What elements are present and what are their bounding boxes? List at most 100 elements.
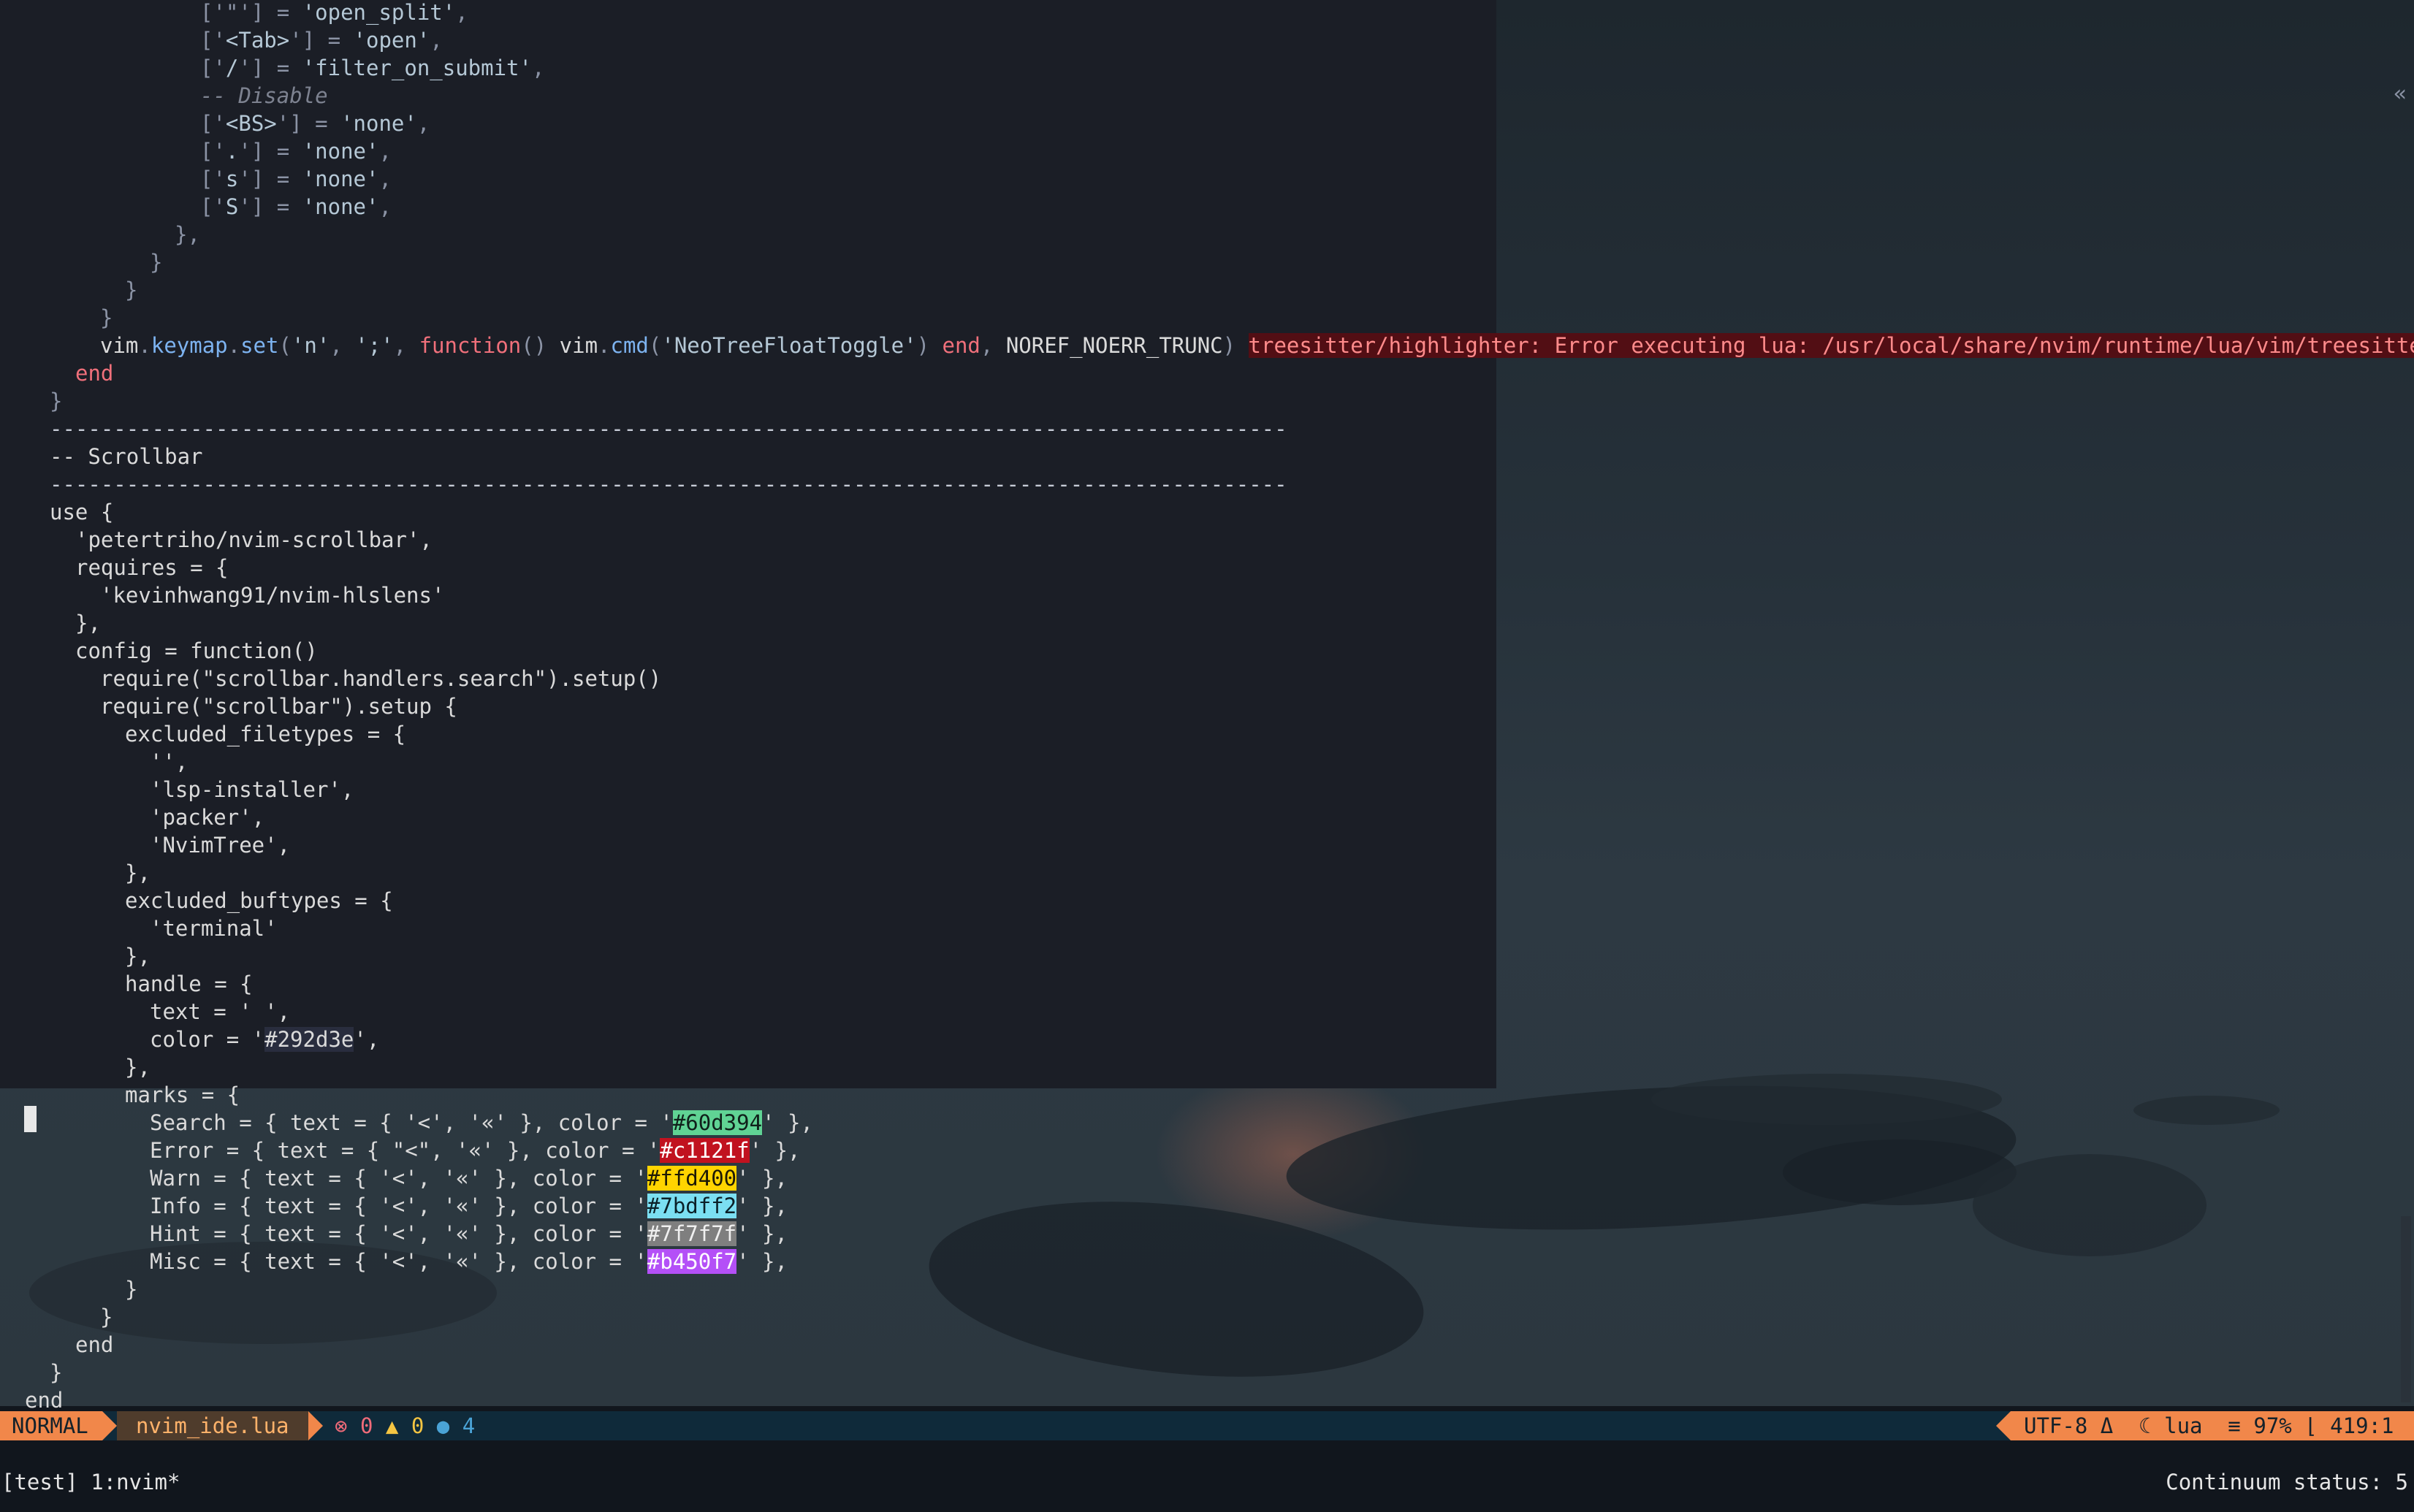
code-line[interactable]: ['S'] = 'none', xyxy=(200,193,392,221)
code-line[interactable]: } xyxy=(125,276,137,304)
code-line[interactable]: } xyxy=(100,1303,113,1331)
code-line[interactable]: }, xyxy=(125,1053,151,1081)
code-token: }, xyxy=(175,222,200,247)
color-swatch: #60d394 xyxy=(672,1110,763,1135)
code-line[interactable]: color = '#292d3e', xyxy=(150,1026,379,1053)
code-token: function xyxy=(419,333,522,358)
code-line[interactable]: vim.keymap.set('n', ';', function() vim.… xyxy=(100,332,2414,359)
separator-arrow xyxy=(308,1411,323,1440)
code-line[interactable]: Misc = { text = { '<', '«' }, color = '#… xyxy=(150,1248,788,1275)
code-token: ['"'] = xyxy=(200,0,302,25)
code-line[interactable]: } xyxy=(150,248,162,276)
code-line[interactable]: config = function() xyxy=(75,637,318,665)
code-line[interactable]: require("scrollbar").setup { xyxy=(100,692,457,720)
file-info-section: UTF-8 Δ ☾ lua ≡ 97% ⌊ 419:1 xyxy=(2011,1411,2414,1440)
code-token: ) xyxy=(916,333,943,358)
code-line[interactable]: '', xyxy=(150,748,188,776)
code-line[interactable]: 'lsp-installer', xyxy=(150,776,354,803)
code-line[interactable]: } xyxy=(100,304,113,332)
code-token: '] = xyxy=(238,167,302,191)
code-line[interactable]: }, xyxy=(125,942,151,970)
code-line[interactable]: -- Scrollbar xyxy=(50,443,203,470)
code-line[interactable]: -- Disable xyxy=(200,82,328,110)
code-line[interactable]: 'packer', xyxy=(150,803,264,831)
code-line[interactable]: ['s'] = 'none', xyxy=(200,165,392,193)
code-token: 'petertriho/nvim-scrollbar', xyxy=(75,527,433,552)
code-line[interactable]: Warn = { text = { '<', '«' }, color = '#… xyxy=(150,1164,788,1192)
code-token: ' }, xyxy=(736,1221,788,1246)
code-line[interactable]: require("scrollbar.handlers.search").set… xyxy=(100,665,661,692)
code-line[interactable]: ----------------------------------------… xyxy=(50,470,1287,498)
code-line[interactable]: Error = { text = { "<", '«' }, color = '… xyxy=(150,1137,800,1164)
code-token: ( xyxy=(278,333,292,358)
code-line[interactable]: Hint = { text = { '<', '«' }, color = '#… xyxy=(150,1220,788,1248)
code-token: 'open_split' xyxy=(302,0,456,25)
code-line[interactable]: }, xyxy=(75,609,101,637)
code-token: color = ' xyxy=(150,1027,265,1052)
code-line[interactable]: text = ' ', xyxy=(150,998,290,1026)
code-line[interactable]: } xyxy=(50,387,62,415)
filetype-icon: ☾ xyxy=(2139,1413,2152,1438)
code-token: } xyxy=(150,250,163,275)
code-line[interactable]: marks = { xyxy=(125,1081,240,1109)
code-token: [' xyxy=(200,194,226,219)
code-line[interactable]: excluded_buftypes = { xyxy=(125,887,393,915)
code-token: text = ' ', xyxy=(150,999,291,1024)
code-line[interactable]: ['.'] = 'none', xyxy=(200,137,392,165)
error-icon: ⊗ xyxy=(335,1413,348,1438)
code-line[interactable]: } xyxy=(50,1359,62,1386)
diagnostics-summary[interactable]: ⊗ 0 ▲ 0 ● 4 xyxy=(335,1411,475,1440)
code-line[interactable]: end xyxy=(25,1386,63,1414)
code-token: , xyxy=(378,194,392,219)
editor-buffer[interactable]: ['"'] = 'open_split', ['<Tab>'] = 'open',… xyxy=(0,0,2414,1413)
code-token: '] = xyxy=(276,111,341,136)
code-token: } xyxy=(125,1277,138,1302)
code-token: set xyxy=(240,333,279,358)
code-token: Hint = { text = { '<', '«' }, color = ' xyxy=(150,1221,647,1246)
code-line[interactable]: handle = { xyxy=(125,970,253,998)
code-line[interactable]: ----------------------------------------… xyxy=(50,415,1287,443)
code-token: , xyxy=(393,333,419,358)
tmux-window-list[interactable]: [test] 1:nvim* xyxy=(1,1467,180,1497)
code-line[interactable]: end xyxy=(75,359,113,387)
code-line[interactable]: }, xyxy=(125,859,151,887)
code-line[interactable]: 'petertriho/nvim-scrollbar', xyxy=(75,526,433,554)
code-line[interactable]: } xyxy=(125,1275,137,1303)
code-token: end xyxy=(75,361,114,386)
code-line[interactable]: 'NvimTree', xyxy=(150,831,290,859)
code-token: ----------------------------------------… xyxy=(50,416,1287,441)
code-token: ' }, xyxy=(762,1110,813,1135)
code-line[interactable]: requires = { xyxy=(75,554,229,581)
code-token: 'terminal' xyxy=(150,916,278,941)
filename-label[interactable]: nvim_ide.lua xyxy=(117,1411,308,1440)
code-line[interactable]: }, xyxy=(175,221,200,248)
code-token: , xyxy=(330,333,356,358)
code-token: excluded_buftypes = { xyxy=(125,888,393,913)
code-line[interactable]: Info = { text = { '<', '«' }, color = '#… xyxy=(150,1192,788,1220)
fold-marker-icon[interactable]: « xyxy=(2394,80,2407,108)
tmux-continuum-status: Continuum status: 5 xyxy=(2166,1470,2408,1494)
position-label: 419:1 xyxy=(2330,1413,2394,1438)
code-line[interactable]: ['<Tab>'] = 'open', xyxy=(200,26,443,54)
code-line[interactable]: ['<BS>'] = 'none', xyxy=(200,110,430,137)
code-line[interactable]: use { xyxy=(50,498,113,526)
code-token: ----------------------------------------… xyxy=(50,472,1287,497)
code-line[interactable]: ['"'] = 'open_split', xyxy=(200,0,468,26)
code-token: ) xyxy=(1222,333,1249,358)
code-token: excluded_filetypes = { xyxy=(125,722,406,747)
code-token: use { xyxy=(50,500,114,524)
code-token: . xyxy=(227,333,241,358)
code-line[interactable]: 'terminal' xyxy=(150,915,278,942)
scrollbar[interactable] xyxy=(2401,1216,2411,1402)
error-message: treesitter/highlighter: Error executing … xyxy=(1248,333,2414,358)
code-line[interactable]: Search = { text = { '<', '«' }, color = … xyxy=(150,1109,813,1137)
code-token: require("scrollbar.handlers.search").set… xyxy=(100,666,662,691)
color-swatch: #c1121f xyxy=(660,1138,750,1163)
code-token: Error = { text = { "<", '«' }, color = ' xyxy=(150,1138,660,1163)
code-line[interactable]: end xyxy=(75,1331,113,1359)
code-token: [' xyxy=(200,56,226,80)
code-line[interactable]: 'kevinhwang91/nvim-hlslens' xyxy=(100,581,444,609)
code-line[interactable]: excluded_filetypes = { xyxy=(125,720,405,748)
code-line[interactable]: ['/'] = 'filter_on_submit', xyxy=(200,54,544,82)
code-token: 'none' xyxy=(302,194,379,219)
